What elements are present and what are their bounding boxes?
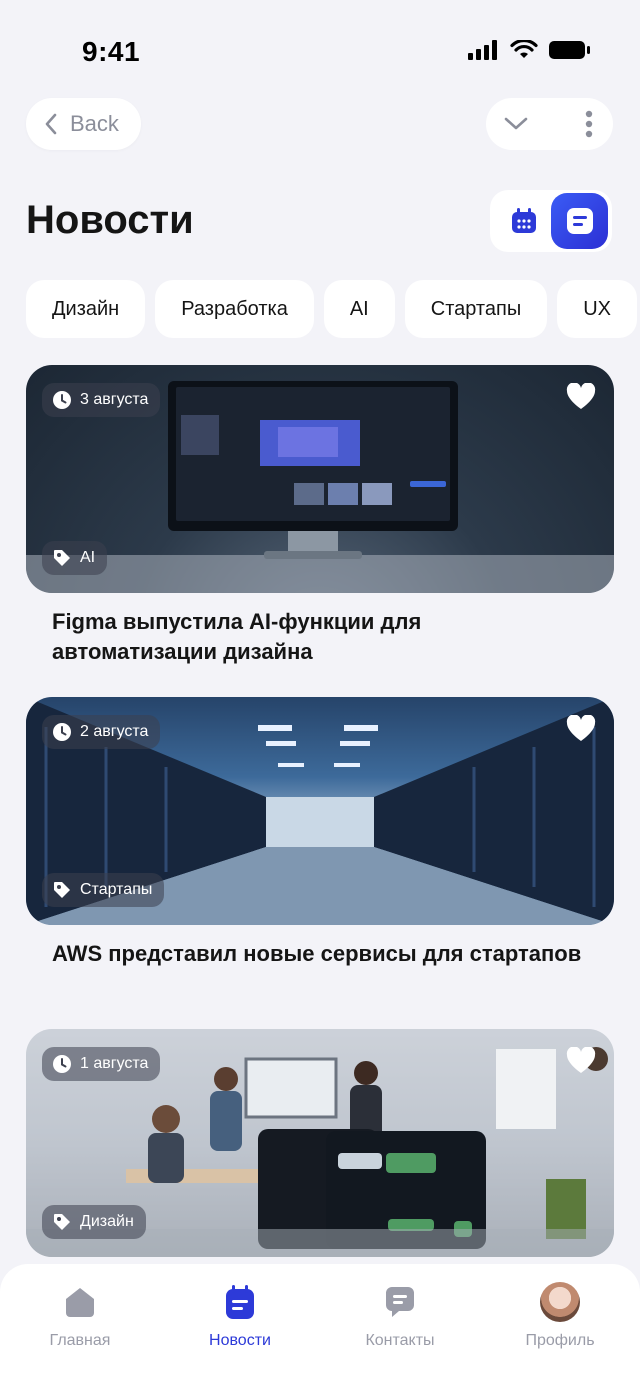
more-vertical-icon[interactable] xyxy=(585,110,593,138)
nav-item-profile[interactable]: Профиль xyxy=(485,1282,635,1387)
tag-text: Дизайн xyxy=(80,1213,134,1230)
battery-icon xyxy=(549,41,590,59)
list-icon xyxy=(566,208,593,234)
news-title: AWS представил новые сервисы для стартап… xyxy=(52,941,582,966)
chip-development[interactable]: Разработка xyxy=(155,280,314,338)
status-icons xyxy=(468,40,592,60)
top-actions xyxy=(486,98,613,150)
date-badge: 3 августа xyxy=(42,383,161,417)
nav-item-contacts[interactable]: Контакты xyxy=(325,1282,475,1387)
wifi-icon xyxy=(510,40,538,58)
home-icon xyxy=(60,1282,100,1322)
nav-label-contacts: Контакты xyxy=(365,1332,435,1349)
heart-icon[interactable] xyxy=(566,715,596,743)
nav-item-home[interactable]: Главная xyxy=(5,1282,155,1387)
chevron-down-icon[interactable] xyxy=(504,117,528,131)
date-badge: 2 августа xyxy=(42,715,161,749)
back-label: Back xyxy=(70,111,119,136)
tag-text: AI xyxy=(80,549,96,566)
nav-item-news[interactable]: Новости xyxy=(165,1282,315,1387)
news-icon xyxy=(220,1282,260,1322)
tag-icon xyxy=(54,550,70,566)
chip-startups[interactable]: Стартапы xyxy=(404,280,548,338)
tag-text: Стартапы xyxy=(80,881,153,898)
calendar-icon xyxy=(511,208,536,233)
list-view-button[interactable] xyxy=(551,193,608,249)
nav-label-home: Главная xyxy=(49,1332,111,1349)
chat-icon xyxy=(380,1282,420,1322)
news-card[interactable]: 2 августа Стартапы AWS представил новые … xyxy=(26,697,614,969)
heart-icon[interactable] xyxy=(566,383,596,411)
chevron-left-icon xyxy=(45,113,57,135)
status-bar: 9:41 xyxy=(0,0,640,100)
news-image: 3 августа AI xyxy=(26,365,614,593)
clock-icon xyxy=(53,391,71,409)
nav-label-profile: Профиль xyxy=(525,1332,595,1349)
date-text: 3 августа xyxy=(80,391,149,408)
news-card[interactable]: 3 августа AI Figma выпустила AI-функции … xyxy=(26,365,614,667)
calendar-view-button[interactable] xyxy=(506,203,541,239)
tag-icon xyxy=(54,1214,70,1230)
news-card[interactable]: 1 августа Дизайн xyxy=(26,1029,614,1257)
page-title: Новости xyxy=(26,198,194,242)
signal-icon xyxy=(468,40,497,60)
chip-ux[interactable]: UX xyxy=(557,280,637,338)
news-title: Figma выпустила AI-функции для автоматиз… xyxy=(52,609,422,664)
date-text: 1 августа xyxy=(80,1055,149,1072)
date-text: 2 августа xyxy=(80,723,149,740)
chip-design[interactable]: Дизайн xyxy=(26,280,146,338)
bottom-nav: Главная Новости Контакты Профиль xyxy=(0,1264,640,1387)
status-time: 9:41 xyxy=(82,36,141,67)
nav-label-news: Новости xyxy=(209,1332,271,1349)
heart-icon[interactable] xyxy=(566,1047,596,1075)
clock-icon xyxy=(53,1055,71,1073)
avatar xyxy=(540,1282,580,1322)
view-toggle xyxy=(490,190,612,252)
tag-badge: AI xyxy=(42,541,108,575)
clock-icon xyxy=(53,723,71,741)
date-badge: 1 августа xyxy=(42,1047,161,1081)
tag-badge: Стартапы xyxy=(42,873,165,907)
category-chips: Дизайн Разработка AI Стартапы UX xyxy=(26,280,637,338)
tag-icon xyxy=(54,882,70,898)
chip-ai[interactable]: AI xyxy=(323,280,395,338)
news-image: 2 августа Стартапы xyxy=(26,697,614,925)
tag-badge: Дизайн xyxy=(42,1205,146,1239)
back-button[interactable]: Back xyxy=(26,98,141,150)
news-image: 1 августа Дизайн xyxy=(26,1029,614,1257)
